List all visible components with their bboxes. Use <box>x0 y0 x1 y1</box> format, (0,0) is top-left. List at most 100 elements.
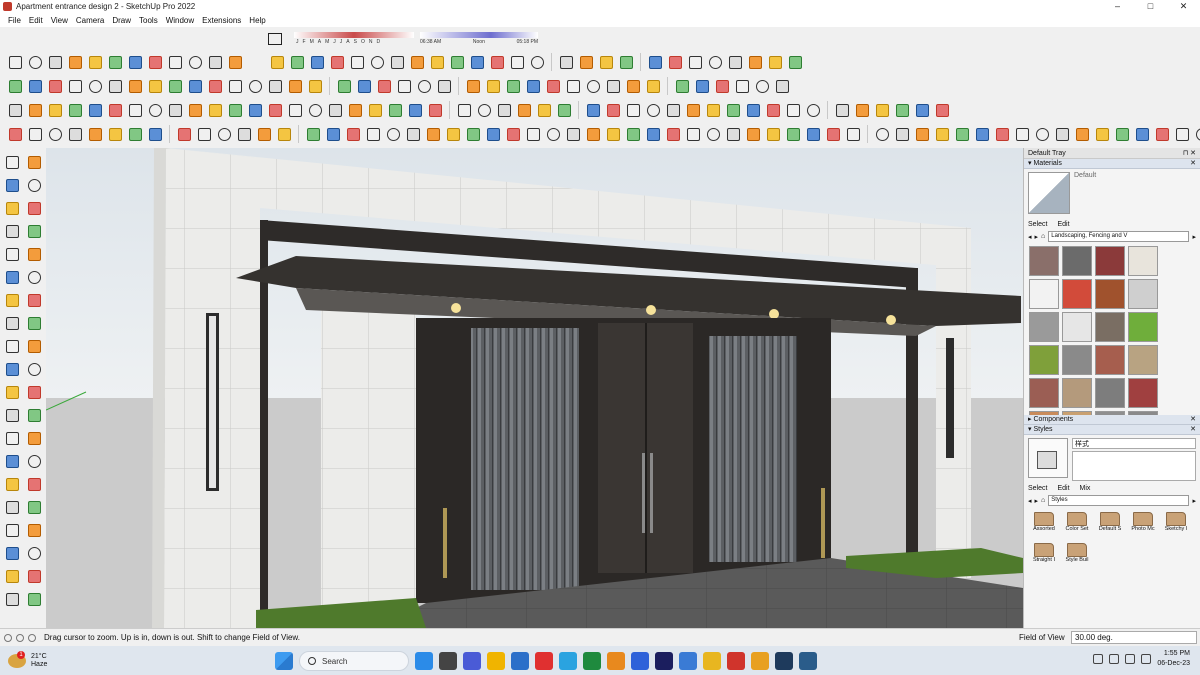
toolbar-tool-icon[interactable] <box>913 101 931 119</box>
components-panel-header[interactable]: ▸ Components ✕ <box>1024 415 1200 425</box>
toolbar-tool-icon[interactable] <box>226 77 244 95</box>
toolbar-tool-icon[interactable] <box>26 125 44 143</box>
style-folder[interactable]: Assorted <box>1029 510 1059 538</box>
toolbar-tool-icon[interactable] <box>328 53 346 71</box>
tab-mix[interactable]: Mix <box>1080 485 1091 492</box>
toolbar-tool-icon[interactable] <box>664 101 682 119</box>
toolbar-tool-icon[interactable] <box>673 77 691 95</box>
tool-icon[interactable] <box>1 381 23 403</box>
toolbar-tool-icon[interactable] <box>1193 125 1200 143</box>
toolbar-tool-icon[interactable] <box>953 125 971 143</box>
toolbar-tool-icon[interactable] <box>584 101 602 119</box>
toolbar-tool-icon[interactable] <box>504 125 522 143</box>
toolbar-tool-icon[interactable] <box>126 125 144 143</box>
toolbar-tool-icon[interactable] <box>106 77 124 95</box>
battery-icon[interactable] <box>1141 654 1152 664</box>
toolbar-tool-icon[interactable] <box>597 53 615 71</box>
toolbar-tool-icon[interactable] <box>215 125 233 143</box>
toolbar-tool-icon[interactable] <box>388 53 406 71</box>
toolbar-tool-icon[interactable] <box>246 77 264 95</box>
close-icon[interactable]: ✕ <box>1190 159 1196 169</box>
tool-icon[interactable] <box>1 542 23 564</box>
toolbar-tool-icon[interactable] <box>106 53 124 71</box>
toolbar-tool-icon[interactable] <box>288 53 306 71</box>
toolbar-tool-icon[interactable] <box>266 101 284 119</box>
toolbar-tool-icon[interactable] <box>6 125 24 143</box>
material-swatch[interactable] <box>1029 246 1059 276</box>
toolbar-tool-icon[interactable] <box>535 101 553 119</box>
tool-icon[interactable] <box>23 404 45 426</box>
tab-edit[interactable]: Edit <box>1057 221 1069 228</box>
material-swatch[interactable] <box>1062 246 1092 276</box>
close-button[interactable]: ✕ <box>1167 0 1200 13</box>
taskbar-app-icon[interactable] <box>703 652 721 670</box>
toolbar-tool-icon[interactable] <box>464 125 482 143</box>
toolbar-tool-icon[interactable] <box>684 125 702 143</box>
material-swatch[interactable] <box>1128 246 1158 276</box>
toolbar-tool-icon[interactable] <box>784 101 802 119</box>
toolbar-tool-icon[interactable] <box>786 53 804 71</box>
toolbar-tool-icon[interactable] <box>86 77 104 95</box>
back-icon[interactable]: ◂ <box>1028 233 1032 241</box>
toolbar-tool-icon[interactable] <box>408 53 426 71</box>
toolbar-tool-icon[interactable] <box>617 53 635 71</box>
tool-icon[interactable] <box>1 266 23 288</box>
toolbar-tool-icon[interactable] <box>724 101 742 119</box>
tool-icon[interactable] <box>23 243 45 265</box>
toolbar-tool-icon[interactable] <box>893 101 911 119</box>
toolbar-tool-icon[interactable] <box>175 125 193 143</box>
gate-handle[interactable] <box>650 453 653 533</box>
minimize-button[interactable]: – <box>1101 0 1134 13</box>
close-icon[interactable]: ✕ <box>1190 425 1196 435</box>
toolbar-tool-icon[interactable] <box>504 77 522 95</box>
toolbar-tool-icon[interactable] <box>577 53 595 71</box>
toolbar-tool-icon[interactable] <box>195 125 213 143</box>
toolbar-tool-icon[interactable] <box>186 53 204 71</box>
tool-icon[interactable] <box>1 358 23 380</box>
toolbar-tool-icon[interactable] <box>726 53 744 71</box>
toolbar-tool-icon[interactable] <box>844 125 862 143</box>
taskbar-app-icon[interactable] <box>583 652 601 670</box>
tool-icon[interactable] <box>1 174 23 196</box>
taskbar-app-icon[interactable] <box>799 652 817 670</box>
toolbar-tool-icon[interactable] <box>455 101 473 119</box>
toolbar-tool-icon[interactable] <box>564 125 582 143</box>
taskbar-app-icon[interactable] <box>487 652 505 670</box>
material-swatch[interactable] <box>1095 345 1125 375</box>
menu-extensions[interactable]: Extensions <box>198 16 245 25</box>
toolbar-tool-icon[interactable] <box>824 125 842 143</box>
toolbar-tool-icon[interactable] <box>833 101 851 119</box>
tool-icon[interactable] <box>1 220 23 242</box>
door-leaf-left[interactable] <box>471 328 579 590</box>
toolbar-tool-icon[interactable] <box>604 101 622 119</box>
chevron-up-icon[interactable] <box>1093 654 1104 664</box>
material-swatch[interactable] <box>1062 279 1092 309</box>
toolbar-tool-icon[interactable] <box>46 101 64 119</box>
tool-icon[interactable] <box>23 450 45 472</box>
shadows-toggle-icon[interactable] <box>268 33 282 45</box>
toolbar-tool-icon[interactable] <box>26 101 44 119</box>
toolbar-tool-icon[interactable] <box>444 125 462 143</box>
toolbar-tool-icon[interactable] <box>524 125 542 143</box>
toolbar-tool-icon[interactable] <box>686 53 704 71</box>
taskbar-app-icon[interactable] <box>607 652 625 670</box>
toolbar-tool-icon[interactable] <box>746 53 764 71</box>
toolbar-tool-icon[interactable] <box>308 53 326 71</box>
tool-icon[interactable] <box>1 588 23 610</box>
toolbar-tool-icon[interactable] <box>646 53 664 71</box>
time-slider[interactable] <box>420 32 538 38</box>
toolbar-tool-icon[interactable] <box>484 125 502 143</box>
model-scene[interactable] <box>46 148 1023 628</box>
toolbar-tool-icon[interactable] <box>426 101 444 119</box>
tool-icon[interactable] <box>23 220 45 242</box>
style-folder[interactable]: Color Set <box>1062 510 1092 538</box>
menu-file[interactable]: File <box>4 16 25 25</box>
toolbar-tool-icon[interactable] <box>364 125 382 143</box>
tool-icon[interactable] <box>1 565 23 587</box>
toolbar-tool-icon[interactable] <box>66 77 84 95</box>
toolbar-tool-icon[interactable] <box>773 77 791 95</box>
tool-icon[interactable] <box>23 335 45 357</box>
taskbar-app-icon[interactable] <box>559 652 577 670</box>
tool-icon[interactable] <box>1 450 23 472</box>
tool-icon[interactable] <box>1 289 23 311</box>
